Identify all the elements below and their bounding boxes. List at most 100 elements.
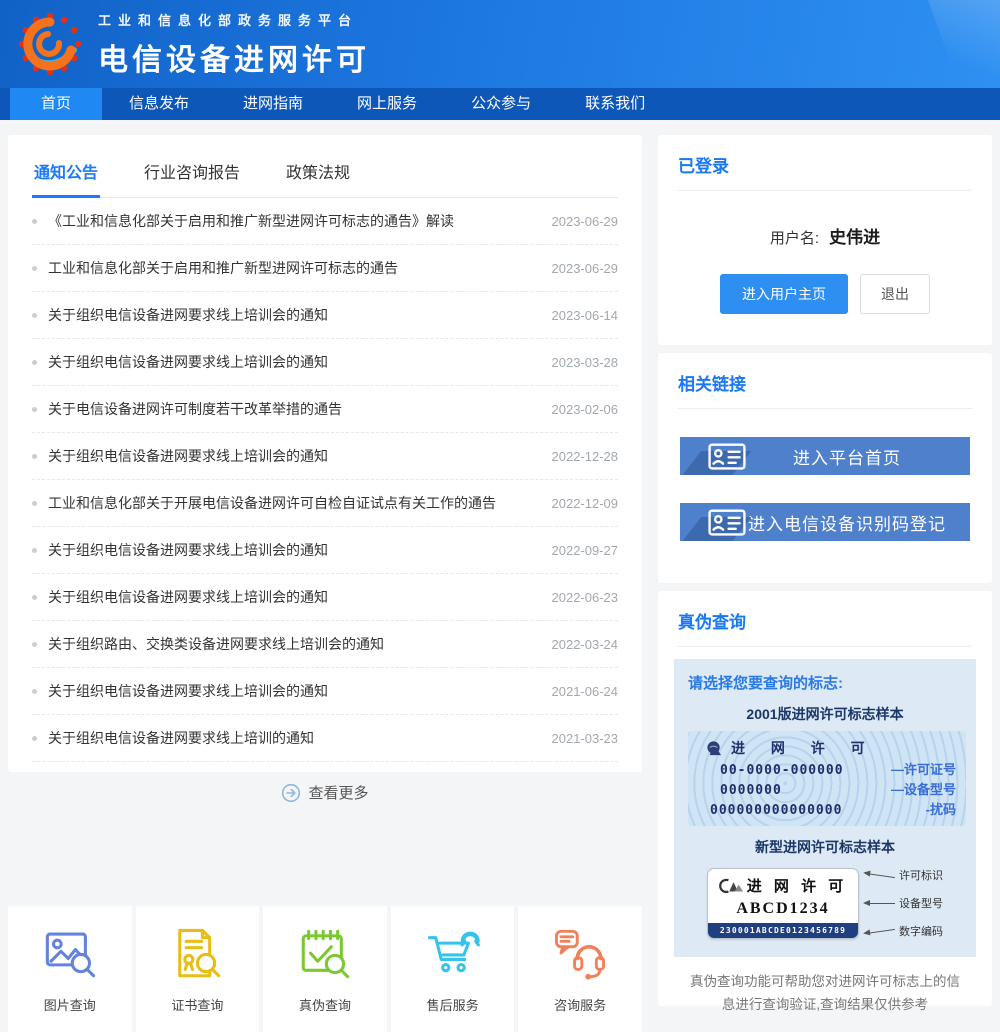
divider bbox=[678, 646, 972, 647]
bullet-icon bbox=[32, 219, 37, 224]
notice-title[interactable]: 工业和信息化部关于开展电信设备进网许可自检自证试点有关工作的通告 bbox=[48, 493, 534, 513]
license-number-value: 00-0000-000000 bbox=[720, 763, 844, 778]
service-authenticity-search[interactable]: 真伪查询 bbox=[263, 906, 387, 1032]
notice-title[interactable]: 关于组织电信设备进网要求线上培训会的通知 bbox=[48, 305, 534, 325]
notice-item[interactable]: 关于组织电信设备进网要求线上培训会的通知 2023-06-14 bbox=[32, 292, 618, 339]
notice-date: 2023-02-06 bbox=[552, 402, 619, 417]
picture-search-icon bbox=[41, 924, 99, 984]
mark-2001-row: 0000000 —设备型号 bbox=[696, 779, 958, 798]
platform-home-link[interactable]: 进入平台首页 bbox=[680, 437, 970, 475]
authenticity-search-icon bbox=[296, 924, 354, 984]
logout-button[interactable]: 退出 bbox=[860, 274, 930, 314]
bullet-icon bbox=[32, 407, 37, 412]
callout-digital-code: 数字编码 bbox=[865, 923, 943, 939]
notice-item[interactable]: 关于组织电信设备进网要求线上培训的通知2021-03-23 bbox=[32, 715, 618, 762]
enter-user-home-button[interactable]: 进入用户主页 bbox=[720, 274, 848, 314]
id-card-icon bbox=[708, 443, 746, 470]
notice-item[interactable]: 关于组织电信设备进网要求线上培训会的通知 2023-03-28 bbox=[32, 339, 618, 386]
notice-item[interactable]: 《工业和信息化部关于启用和推广新型进网许可标志的通告》解读2023-06-29 bbox=[32, 198, 618, 245]
notice-title[interactable]: 关于电信设备进网许可制度若干改革举措的通告 bbox=[48, 399, 534, 419]
sample-new-mark[interactable]: 进 网 许 可 ABCD1234 230001ABCDE0123456789 bbox=[707, 868, 859, 939]
notice-title[interactable]: 关于组织电信设备进网要求线上培训会的通知 bbox=[48, 681, 534, 701]
bullet-icon bbox=[32, 736, 37, 741]
notice-date: 2022-12-09 bbox=[552, 496, 619, 511]
notice-title[interactable]: 关于组织电信设备进网要求线上培训会的通知 bbox=[48, 446, 534, 466]
device-id-register-link[interactable]: 进入电信设备识别码登记 bbox=[680, 503, 970, 541]
callout-label: 数字编码 bbox=[899, 923, 943, 939]
bullet-icon bbox=[32, 454, 37, 459]
tab-industry-reports[interactable]: 行业咨询报告 bbox=[142, 151, 242, 197]
service-label: 真伪查询 bbox=[299, 995, 351, 1014]
service-picture-search[interactable]: 图片查询 bbox=[8, 906, 132, 1032]
service-certificate-search[interactable]: 证书查询 bbox=[136, 906, 260, 1032]
login-buttons: 进入用户主页 退出 bbox=[658, 274, 992, 314]
certificate-search-icon bbox=[168, 924, 226, 984]
notice-title[interactable]: 工业和信息化部关于启用和推广新型进网许可标志的通告 bbox=[48, 258, 534, 278]
notice-date: 2023-06-14 bbox=[552, 308, 619, 323]
mark-2001-row: 000000000000000 -扰码 bbox=[696, 799, 958, 818]
notice-item[interactable]: 工业和信息化部关于启用和推广新型进网许可标志的通告2023-06-29 bbox=[32, 245, 618, 292]
device-id-register-link-label: 进入电信设备识别码登记 bbox=[748, 510, 946, 535]
notice-title[interactable]: 关于组织电信设备进网要求线上培训会的通知 bbox=[48, 587, 534, 607]
sample-2001-heading: 2001版进网许可标志样本 bbox=[688, 704, 962, 724]
service-label: 证书查询 bbox=[171, 995, 223, 1014]
nav-item-contact-us[interactable]: 联系我们 bbox=[558, 88, 672, 120]
view-more-button[interactable]: 查看更多 bbox=[32, 782, 618, 803]
mark-2001-row: 00-0000-000000 —许可证号 bbox=[696, 759, 958, 778]
mark-select-prompt: 请选择您要查询的标志: bbox=[688, 672, 962, 693]
sample-new-heading: 新型进网许可标志样本 bbox=[688, 837, 962, 857]
notice-date: 2022-06-23 bbox=[552, 590, 619, 605]
mark-new-callouts: 许可标识 设备型号 数字编码 bbox=[865, 865, 943, 941]
notice-title[interactable]: 关于组织路由、交换类设备进网要求线上培训会的通知 bbox=[48, 634, 534, 654]
bullet-icon bbox=[32, 360, 37, 365]
tab-policies[interactable]: 政策法规 bbox=[284, 151, 352, 197]
tab-notices[interactable]: 通知公告 bbox=[32, 151, 100, 198]
mark-new-model: ABCD1234 bbox=[708, 898, 858, 923]
device-model-label: —设备型号 bbox=[891, 779, 956, 798]
cma-logo-icon bbox=[719, 878, 743, 893]
notice-date: 2022-03-24 bbox=[552, 637, 619, 652]
notice-item[interactable]: 关于组织电信设备进网要求线上培训会的通知 2022-06-23 bbox=[32, 574, 618, 621]
service-after-sales[interactable]: 售后服务 bbox=[391, 906, 515, 1032]
bullet-icon bbox=[32, 501, 37, 506]
arrow-left-icon bbox=[865, 872, 895, 877]
notice-title[interactable]: 关于组织电信设备进网要求线上培训的通知 bbox=[48, 728, 534, 748]
mark-new-title-row: 进 网 许 可 bbox=[708, 869, 858, 898]
platform-title: 工业和信息化部政务服务平台 bbox=[98, 10, 370, 29]
notice-item[interactable]: 关于组织电信设备进网要求线上培训会的通知2021-06-24 bbox=[32, 668, 618, 715]
device-model-value: 0000000 bbox=[720, 783, 782, 798]
bullet-icon bbox=[32, 595, 37, 600]
notice-title[interactable]: 关于组织电信设备进网要求线上培训会的通知 bbox=[48, 352, 534, 372]
notice-item[interactable]: 关于组织路由、交换类设备进网要求线上培训会的通知 2022-03-24 bbox=[32, 621, 618, 668]
app-header: 工业和信息化部政务服务平台 电信设备进网许可 bbox=[0, 0, 1000, 88]
id-card-icon bbox=[708, 509, 746, 536]
consult-service-icon bbox=[551, 924, 609, 984]
mark-2001-title: 进 网 许 可 bbox=[731, 738, 876, 758]
arrow-left-icon bbox=[865, 928, 895, 933]
login-status-title: 已登录 bbox=[658, 135, 992, 190]
notice-item[interactable]: 关于组织电信设备进网要求线上培训会的通知 2022-09-27 bbox=[32, 527, 618, 574]
notice-item[interactable]: 关于组织电信设备进网要求线上培训会的通知2022-12-28 bbox=[32, 433, 618, 480]
bullet-icon bbox=[32, 689, 37, 694]
sample-2001-mark[interactable]: 进 网 许 可 00-0000-000000 —许可证号 0000000 —设备… bbox=[688, 731, 966, 826]
arrow-left-icon bbox=[865, 903, 895, 904]
nav-item-access-guide[interactable]: 进网指南 bbox=[216, 88, 330, 120]
callout-device-model: 设备型号 bbox=[865, 895, 943, 911]
nav-item-public-participation[interactable]: 公众参与 bbox=[444, 88, 558, 120]
stamp-globe-icon bbox=[706, 740, 723, 757]
nav-item-info-release[interactable]: 信息发布 bbox=[102, 88, 216, 120]
bullet-icon bbox=[32, 642, 37, 647]
mark-2001-title-row: 进 网 许 可 bbox=[706, 738, 958, 758]
notice-title[interactable]: 《工业和信息化部关于启用和推广新型进网许可标志的通告》解读 bbox=[48, 211, 534, 231]
nav-item-home[interactable]: 首页 bbox=[10, 88, 102, 120]
notice-item[interactable]: 工业和信息化部关于开展电信设备进网许可自检自证试点有关工作的通告 2022-12-… bbox=[32, 480, 618, 527]
notice-title[interactable]: 关于组织电信设备进网要求线上培训会的通知 bbox=[48, 540, 534, 560]
main-content: 通知公告 行业咨询报告 政策法规 《工业和信息化部关于启用和推广新型进网许可标志… bbox=[0, 120, 1000, 1032]
nav-item-online-service[interactable]: 网上服务 bbox=[330, 88, 444, 120]
site-logo[interactable] bbox=[12, 6, 88, 82]
notice-item[interactable]: 关于电信设备进网许可制度若干改革举措的通告 2023-02-06 bbox=[32, 386, 618, 433]
service-consult[interactable]: 咨询服务 bbox=[518, 906, 642, 1032]
notice-date: 2022-09-27 bbox=[552, 543, 619, 558]
notice-date: 2023-03-28 bbox=[552, 355, 619, 370]
scramble-code-value: 000000000000000 bbox=[710, 803, 842, 818]
